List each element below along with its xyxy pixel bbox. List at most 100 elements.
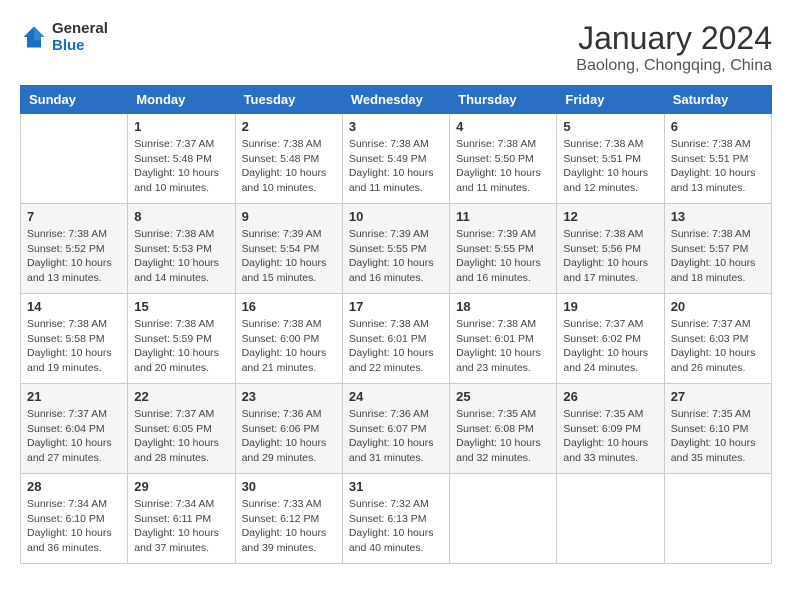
day-info: Sunrise: 7:35 AM Sunset: 6:10 PM Dayligh… (671, 407, 765, 466)
day-number: 24 (349, 389, 443, 404)
day-info: Sunrise: 7:38 AM Sunset: 5:57 PM Dayligh… (671, 227, 765, 286)
day-info: Sunrise: 7:35 AM Sunset: 6:08 PM Dayligh… (456, 407, 550, 466)
calendar-cell: 26 Sunrise: 7:35 AM Sunset: 6:09 PM Dayli… (557, 384, 664, 474)
day-info: Sunrise: 7:37 AM Sunset: 6:03 PM Dayligh… (671, 317, 765, 376)
calendar-cell (450, 474, 557, 564)
day-info: Sunrise: 7:38 AM Sunset: 5:53 PM Dayligh… (134, 227, 228, 286)
day-number: 18 (456, 299, 550, 314)
calendar-cell: 15 Sunrise: 7:38 AM Sunset: 5:59 PM Dayli… (128, 294, 235, 384)
day-info: Sunrise: 7:38 AM Sunset: 5:50 PM Dayligh… (456, 137, 550, 196)
day-info: Sunrise: 7:38 AM Sunset: 5:59 PM Dayligh… (134, 317, 228, 376)
day-info: Sunrise: 7:38 AM Sunset: 5:52 PM Dayligh… (27, 227, 121, 286)
calendar-cell: 30 Sunrise: 7:33 AM Sunset: 6:12 PM Dayli… (235, 474, 342, 564)
calendar-cell: 23 Sunrise: 7:36 AM Sunset: 6:06 PM Dayli… (235, 384, 342, 474)
location-title: Baolong, Chongqing, China (576, 57, 772, 75)
calendar-cell: 10 Sunrise: 7:39 AM Sunset: 5:55 PM Dayli… (342, 204, 449, 294)
calendar-table: SundayMondayTuesdayWednesdayThursdayFrid… (20, 85, 772, 564)
day-number: 9 (242, 209, 336, 224)
day-number: 17 (349, 299, 443, 314)
weekday-header-cell: Monday (128, 86, 235, 114)
day-info: Sunrise: 7:35 AM Sunset: 6:09 PM Dayligh… (563, 407, 657, 466)
weekday-header-row: SundayMondayTuesdayWednesdayThursdayFrid… (21, 86, 772, 114)
calendar-cell: 8 Sunrise: 7:38 AM Sunset: 5:53 PM Daylig… (128, 204, 235, 294)
day-number: 10 (349, 209, 443, 224)
calendar-cell: 31 Sunrise: 7:32 AM Sunset: 6:13 PM Dayli… (342, 474, 449, 564)
calendar-cell (557, 474, 664, 564)
day-info: Sunrise: 7:38 AM Sunset: 6:00 PM Dayligh… (242, 317, 336, 376)
day-number: 14 (27, 299, 121, 314)
calendar-cell: 3Sunrise: 7:38 AM Sunset: 5:49 PM Daylig… (342, 114, 449, 204)
day-number: 8 (134, 209, 228, 224)
calendar-cell: 19 Sunrise: 7:37 AM Sunset: 6:02 PM Dayli… (557, 294, 664, 384)
day-info: Sunrise: 7:39 AM Sunset: 5:55 PM Dayligh… (456, 227, 550, 286)
day-number: 31 (349, 479, 443, 494)
calendar-week-row: 14Sunrise: 7:38 AM Sunset: 5:58 PM Dayli… (21, 294, 772, 384)
day-number: 2 (242, 119, 336, 134)
calendar-cell: 14Sunrise: 7:38 AM Sunset: 5:58 PM Dayli… (21, 294, 128, 384)
day-info: Sunrise: 7:37 AM Sunset: 6:02 PM Dayligh… (563, 317, 657, 376)
calendar-cell: 7 Sunrise: 7:38 AM Sunset: 5:52 PM Daylig… (21, 204, 128, 294)
logo: General Blue (20, 20, 108, 54)
day-info: Sunrise: 7:34 AM Sunset: 6:11 PM Dayligh… (134, 497, 228, 556)
day-number: 16 (242, 299, 336, 314)
day-number: 6 (671, 119, 765, 134)
day-number: 22 (134, 389, 228, 404)
day-number: 1 (134, 119, 228, 134)
weekday-header-cell: Friday (557, 86, 664, 114)
calendar-cell: 20 Sunrise: 7:37 AM Sunset: 6:03 PM Dayli… (664, 294, 771, 384)
calendar-week-row: 28Sunrise: 7:34 AM Sunset: 6:10 PM Dayli… (21, 474, 772, 564)
day-number: 4 (456, 119, 550, 134)
day-number: 7 (27, 209, 121, 224)
calendar-cell: 9Sunrise: 7:39 AM Sunset: 5:54 PM Daylig… (235, 204, 342, 294)
calendar-cell: 17Sunrise: 7:38 AM Sunset: 6:01 PM Dayli… (342, 294, 449, 384)
month-title: January 2024 (576, 20, 772, 57)
day-number: 5 (563, 119, 657, 134)
day-number: 15 (134, 299, 228, 314)
day-info: Sunrise: 7:33 AM Sunset: 6:12 PM Dayligh… (242, 497, 336, 556)
day-info: Sunrise: 7:34 AM Sunset: 6:10 PM Dayligh… (27, 497, 121, 556)
day-number: 13 (671, 209, 765, 224)
day-info: Sunrise: 7:37 AM Sunset: 5:48 PM Dayligh… (134, 137, 228, 196)
day-number: 26 (563, 389, 657, 404)
day-number: 21 (27, 389, 121, 404)
calendar-week-row: 7 Sunrise: 7:38 AM Sunset: 5:52 PM Daylig… (21, 204, 772, 294)
calendar-cell: 12 Sunrise: 7:38 AM Sunset: 5:56 PM Dayli… (557, 204, 664, 294)
day-info: Sunrise: 7:36 AM Sunset: 6:07 PM Dayligh… (349, 407, 443, 466)
calendar-week-row: 1 Sunrise: 7:37 AM Sunset: 5:48 PM Daylig… (21, 114, 772, 204)
day-number: 20 (671, 299, 765, 314)
logo-icon (20, 23, 48, 51)
calendar-cell: 2 Sunrise: 7:38 AM Sunset: 5:48 PM Daylig… (235, 114, 342, 204)
day-number: 3 (349, 119, 443, 134)
calendar-cell: 5Sunrise: 7:38 AM Sunset: 5:51 PM Daylig… (557, 114, 664, 204)
weekday-header-cell: Tuesday (235, 86, 342, 114)
title-area: January 2024 Baolong, Chongqing, China (576, 20, 772, 75)
weekday-header-cell: Wednesday (342, 86, 449, 114)
day-info: Sunrise: 7:37 AM Sunset: 6:05 PM Dayligh… (134, 407, 228, 466)
day-info: Sunrise: 7:38 AM Sunset: 5:51 PM Dayligh… (671, 137, 765, 196)
day-number: 19 (563, 299, 657, 314)
day-info: Sunrise: 7:38 AM Sunset: 6:01 PM Dayligh… (456, 317, 550, 376)
day-number: 25 (456, 389, 550, 404)
day-info: Sunrise: 7:37 AM Sunset: 6:04 PM Dayligh… (27, 407, 121, 466)
calendar-cell: 25 Sunrise: 7:35 AM Sunset: 6:08 PM Dayli… (450, 384, 557, 474)
day-number: 12 (563, 209, 657, 224)
day-number: 30 (242, 479, 336, 494)
day-info: Sunrise: 7:38 AM Sunset: 5:56 PM Dayligh… (563, 227, 657, 286)
calendar-cell: 1 Sunrise: 7:37 AM Sunset: 5:48 PM Daylig… (128, 114, 235, 204)
calendar-cell: 28Sunrise: 7:34 AM Sunset: 6:10 PM Dayli… (21, 474, 128, 564)
day-number: 23 (242, 389, 336, 404)
weekday-header-cell: Thursday (450, 86, 557, 114)
day-info: Sunrise: 7:36 AM Sunset: 6:06 PM Dayligh… (242, 407, 336, 466)
day-number: 29 (134, 479, 228, 494)
weekday-header-cell: Sunday (21, 86, 128, 114)
calendar-week-row: 21 Sunrise: 7:37 AM Sunset: 6:04 PM Dayli… (21, 384, 772, 474)
day-info: Sunrise: 7:32 AM Sunset: 6:13 PM Dayligh… (349, 497, 443, 556)
calendar-cell: 13 Sunrise: 7:38 AM Sunset: 5:57 PM Dayli… (664, 204, 771, 294)
calendar-cell: 27Sunrise: 7:35 AM Sunset: 6:10 PM Dayli… (664, 384, 771, 474)
weekday-header-cell: Saturday (664, 86, 771, 114)
day-number: 11 (456, 209, 550, 224)
day-info: Sunrise: 7:39 AM Sunset: 5:55 PM Dayligh… (349, 227, 443, 286)
calendar-cell: 6 Sunrise: 7:38 AM Sunset: 5:51 PM Daylig… (664, 114, 771, 204)
calendar-cell (21, 114, 128, 204)
day-info: Sunrise: 7:38 AM Sunset: 5:48 PM Dayligh… (242, 137, 336, 196)
